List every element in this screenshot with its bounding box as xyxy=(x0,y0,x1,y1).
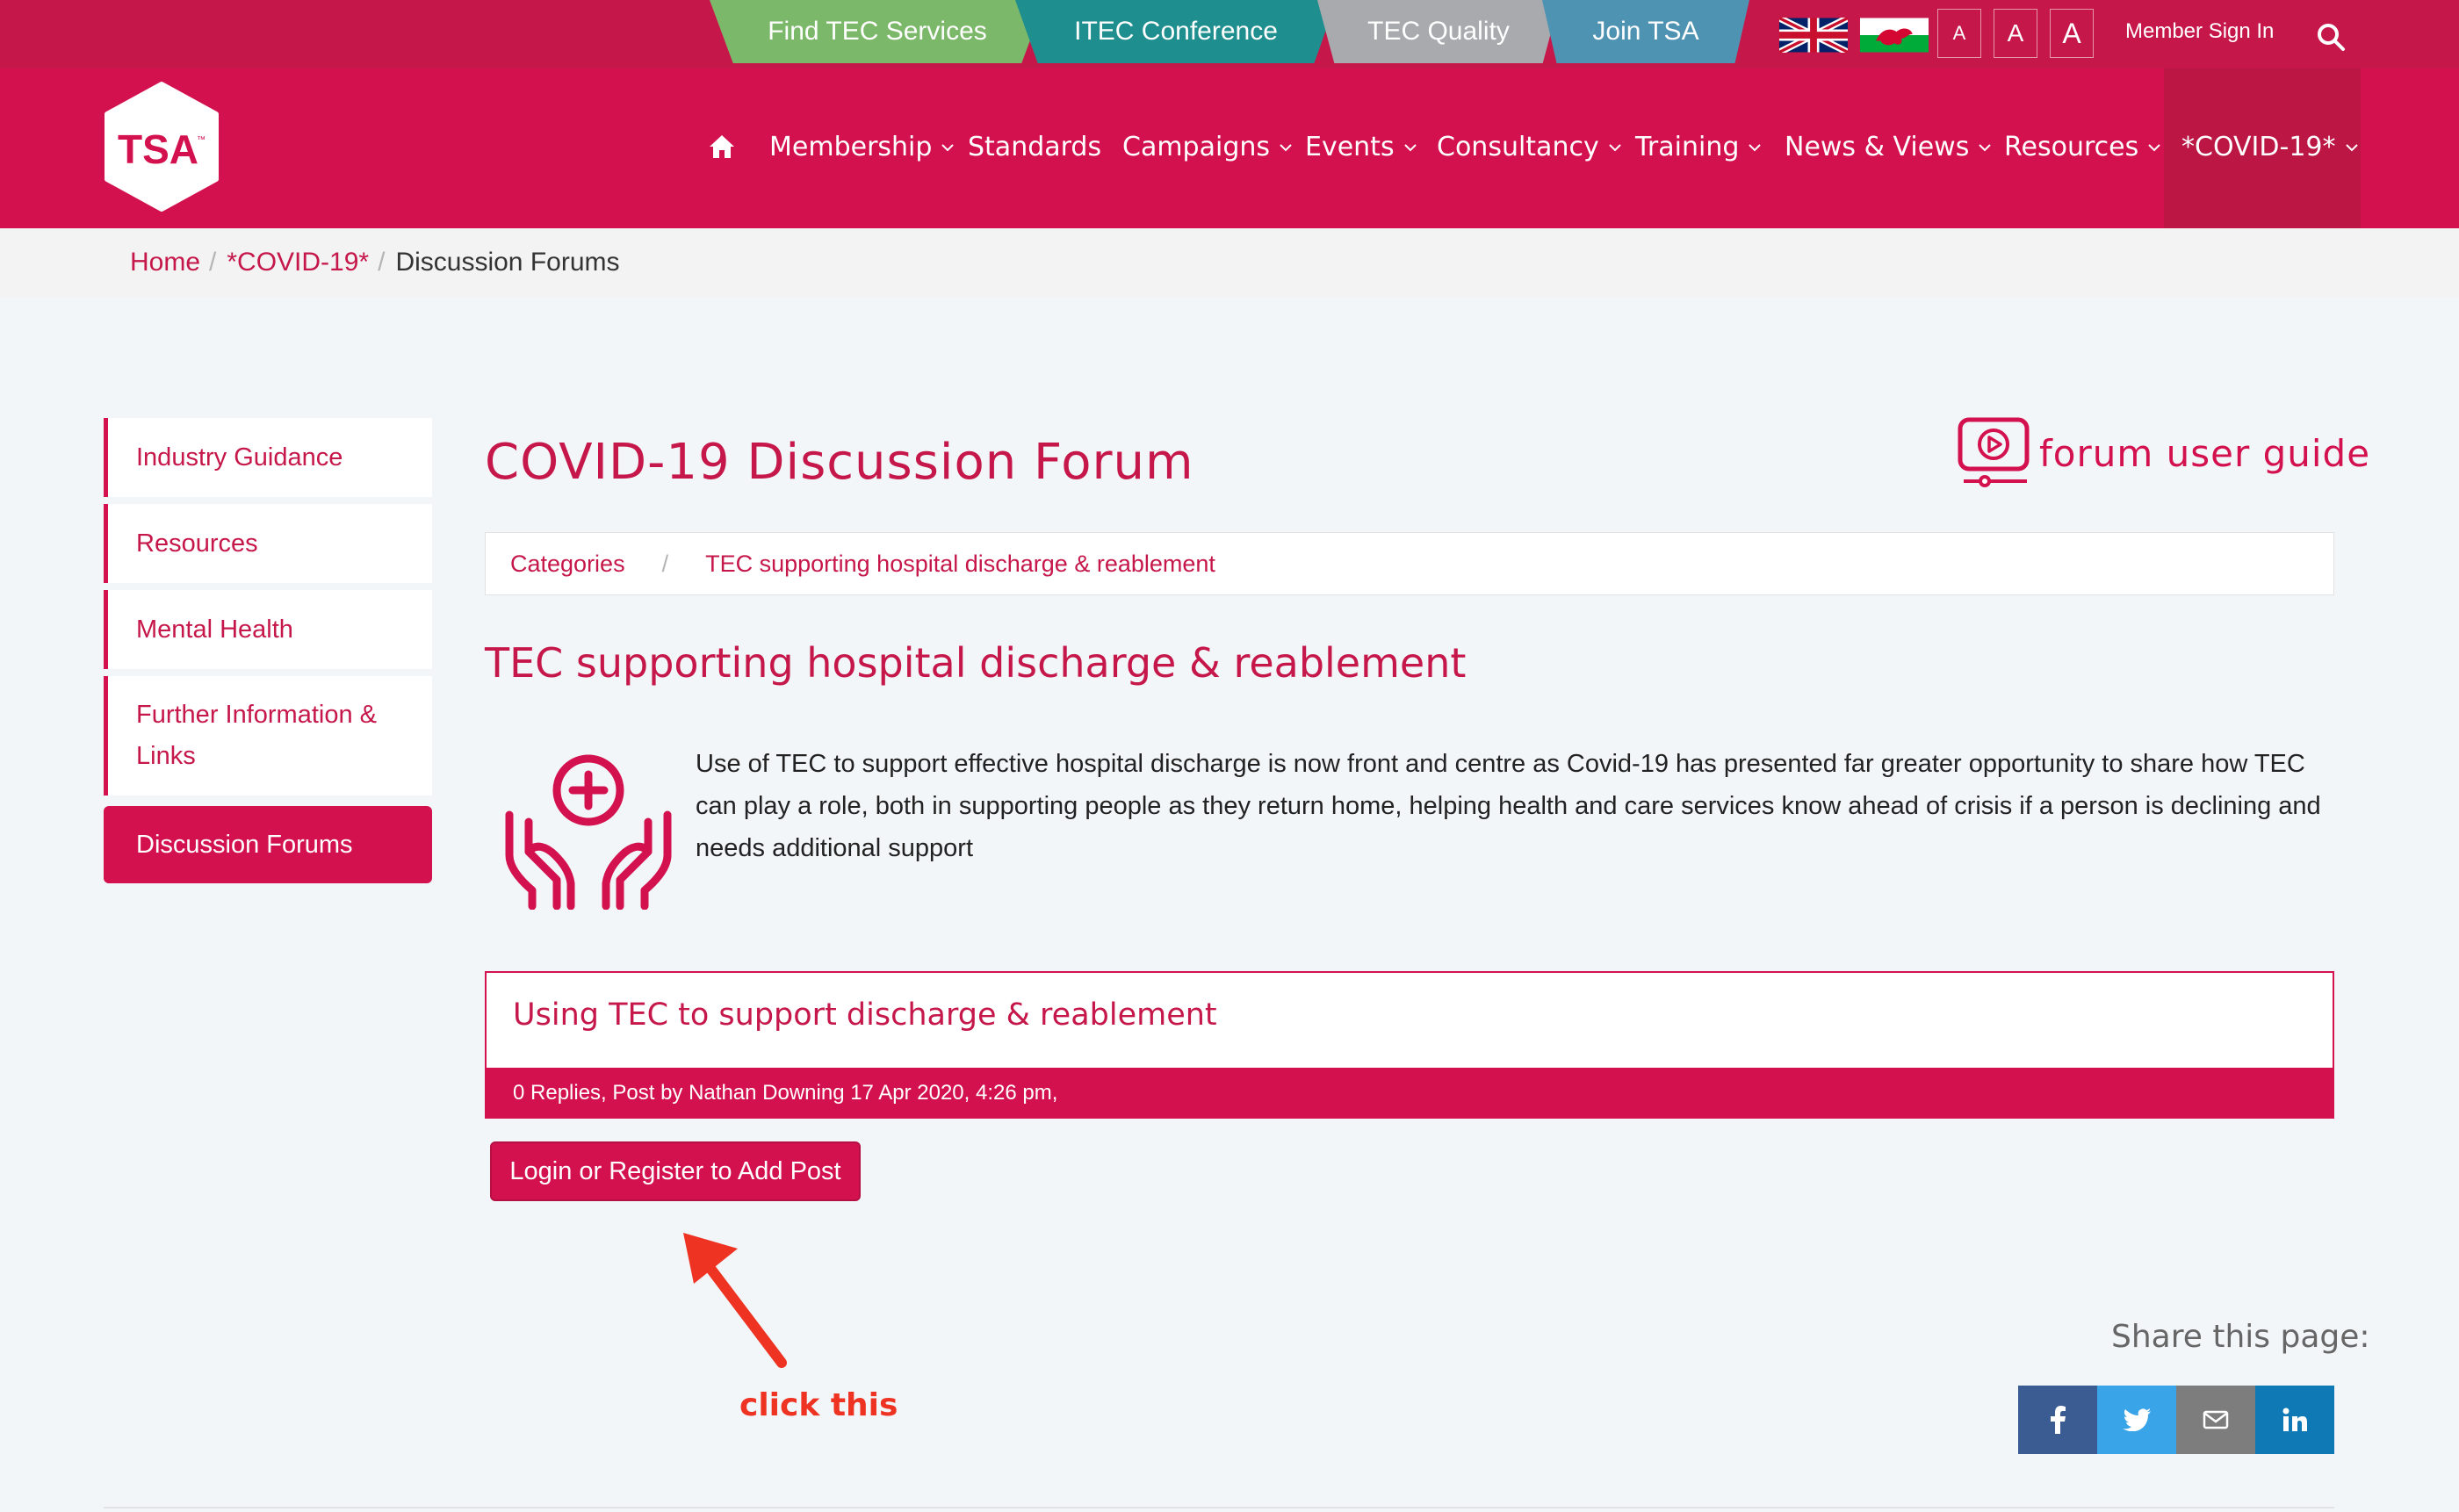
sidebar-item-mental-health[interactable]: Mental Health xyxy=(104,590,432,669)
logo-mark: ™ xyxy=(197,135,206,145)
sidebar-item-label: Resources xyxy=(136,529,258,558)
tab-tec-quality[interactable]: TEC Quality xyxy=(1317,0,1560,63)
sidebar-item-resources[interactable]: Resources xyxy=(104,504,432,583)
tab-label: ITEC Conference xyxy=(1074,17,1278,46)
wales-flag-icon[interactable] xyxy=(1860,18,1929,53)
nav-covid-19[interactable]: *COVID-19* xyxy=(2181,132,2359,162)
tab-find-tec-services[interactable]: Find TEC Services xyxy=(710,0,1045,63)
twitter-icon xyxy=(2123,1408,2151,1431)
annotation-label: click this xyxy=(739,1387,898,1423)
chevron-down-icon xyxy=(1749,143,1762,151)
page-title: COVID-19 Discussion Forum xyxy=(485,434,1194,491)
login-register-add-post-button[interactable]: Login or Register to Add Post xyxy=(490,1141,861,1201)
forum-user-guide-label: forum user guide xyxy=(2039,431,2371,475)
nav-label: Campaigns xyxy=(1122,132,1271,162)
tab-join-tsa[interactable]: Join TSA xyxy=(1542,0,1749,63)
member-sign-in-link[interactable]: Member Sign In xyxy=(2125,19,2274,44)
sidebar-item-label: Mental Health xyxy=(136,615,293,644)
section-description: Use of TEC to support effective hospital… xyxy=(696,750,2321,862)
sidebar-item-label: Further Information & Links xyxy=(136,701,377,770)
share-linkedin-button[interactable] xyxy=(2255,1386,2334,1454)
category-current-link[interactable]: TEC supporting hospital discharge & reab… xyxy=(705,551,1215,578)
breadcrumb-separator: / xyxy=(378,248,386,277)
search-icon[interactable] xyxy=(2315,21,2347,53)
font-size-large-button[interactable]: A xyxy=(2050,9,2094,58)
section-title: TEC supporting hospital discharge & reab… xyxy=(485,639,1467,687)
share-twitter-button[interactable] xyxy=(2097,1386,2176,1454)
uk-flag-icon[interactable] xyxy=(1779,18,1848,53)
nav-label: Events xyxy=(1305,132,1395,162)
footer-divider xyxy=(104,1507,2334,1508)
facebook-icon xyxy=(2051,1406,2066,1434)
tab-label: Find TEC Services xyxy=(768,17,987,46)
nav-standards[interactable]: Standards xyxy=(968,132,1101,162)
nav-label: *COVID-19* xyxy=(2181,132,2336,162)
tab-label: TEC Quality xyxy=(1367,17,1510,46)
nav-label: Training xyxy=(1635,132,1740,162)
nav-membership[interactable]: Membership xyxy=(769,132,955,162)
nav-label: Resources xyxy=(2004,132,2139,162)
chevron-down-icon xyxy=(2148,143,2160,151)
breadcrumb-current: Discussion Forums xyxy=(395,248,620,277)
share-facebook-button[interactable] xyxy=(2018,1386,2097,1454)
nav-label: Standards xyxy=(968,132,1102,162)
nav-consultancy[interactable]: Consultancy xyxy=(1437,132,1622,162)
font-size-medium-button[interactable]: A xyxy=(1994,9,2037,58)
share-label: Share this page: xyxy=(2111,1319,2370,1355)
breadcrumb-home[interactable]: Home xyxy=(130,248,200,277)
sidebar-item-label: Industry Guidance xyxy=(136,443,343,472)
linkedin-icon xyxy=(2282,1408,2307,1431)
nav-resources[interactable]: Resources xyxy=(2004,132,2161,162)
forum-thread[interactable]: Using TEC to support discharge & reablem… xyxy=(485,971,2334,1119)
sidebar-item-discussion-forums[interactable]: Discussion Forums xyxy=(104,806,432,883)
sidebar-item-industry-guidance[interactable]: Industry Guidance xyxy=(104,418,432,497)
sidebar-item-label: Discussion Forums xyxy=(136,830,353,859)
chevron-down-icon xyxy=(941,143,955,151)
nav-events[interactable]: Events xyxy=(1305,132,1417,162)
nav-label: Consultancy xyxy=(1437,132,1599,162)
tsa-logo[interactable]: TSA ™ xyxy=(102,81,221,212)
nav-news-views[interactable]: News & Views xyxy=(1785,132,1992,162)
home-icon[interactable] xyxy=(708,133,736,160)
share-buttons xyxy=(2018,1386,2334,1454)
forum-user-guide-link[interactable]: forum user guide xyxy=(1957,416,2370,490)
nav-label: Membership xyxy=(769,132,933,162)
logo-text: TSA xyxy=(118,126,198,172)
category-root-link[interactable]: Categories xyxy=(510,551,625,578)
annotation-arrow-icon xyxy=(683,1233,787,1368)
category-separator: / xyxy=(661,550,669,577)
chevron-down-icon xyxy=(1608,143,1621,151)
sidebar-item-further-information[interactable]: Further Information & Links xyxy=(104,676,432,796)
chevron-down-icon xyxy=(2345,143,2358,151)
hands-care-icon xyxy=(505,754,672,910)
thread-meta: 0 Replies, Post by Nathan Downing 17 Apr… xyxy=(487,1068,2334,1119)
breadcrumb: Home / *COVID-19* / Discussion Forums xyxy=(0,228,2459,297)
video-play-icon xyxy=(1958,417,2030,487)
breadcrumb-separator: / xyxy=(209,248,217,277)
chevron-down-icon xyxy=(1403,143,1417,151)
top-utility-bar: Find TEC Services ITEC Conference TEC Qu… xyxy=(0,0,2459,68)
nav-campaigns[interactable]: Campaigns xyxy=(1122,132,1293,162)
breadcrumb-covid-19[interactable]: *COVID-19* xyxy=(227,248,369,277)
thread-title[interactable]: Using TEC to support discharge & reablem… xyxy=(513,997,1217,1033)
tab-label: Join TSA xyxy=(1592,17,1699,46)
font-size-small-button[interactable]: A xyxy=(1937,9,1981,58)
share-email-button[interactable] xyxy=(2176,1386,2255,1454)
chevron-down-icon xyxy=(1280,143,1292,151)
envelope-icon xyxy=(2203,1410,2229,1429)
nav-training[interactable]: Training xyxy=(1635,132,1762,162)
category-breadcrumb: Categories / TEC supporting hospital dis… xyxy=(485,532,2334,595)
nav-label: News & Views xyxy=(1785,132,1970,162)
tab-itec-conference[interactable]: ITEC Conference xyxy=(1015,0,1337,63)
chevron-down-icon xyxy=(1979,143,1992,151)
